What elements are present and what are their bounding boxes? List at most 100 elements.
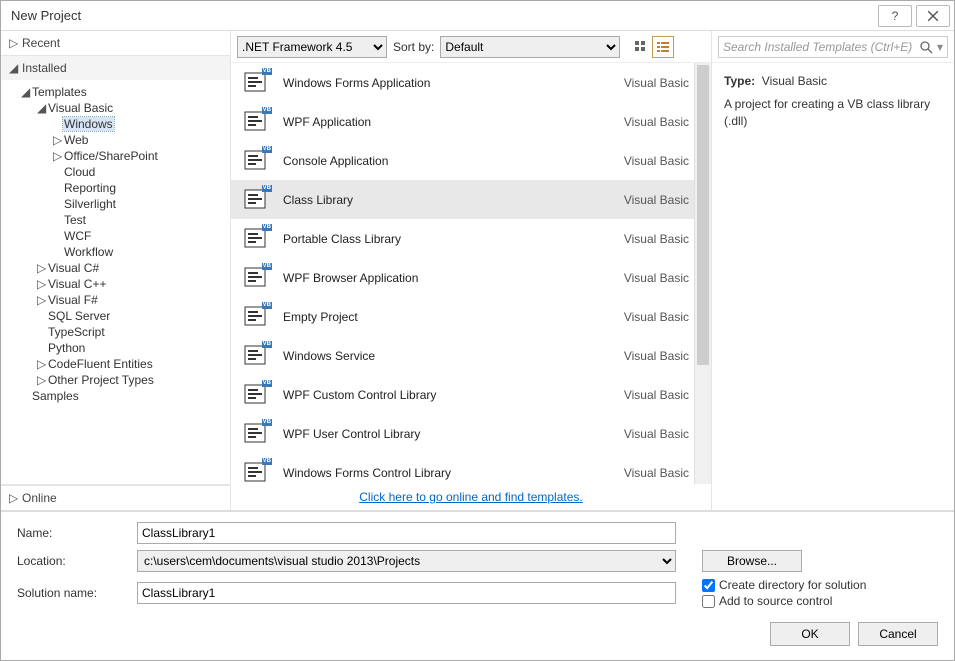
grid-small-icon [634, 40, 648, 54]
tree-codefluent[interactable]: ▷CodeFluent Entities [1, 356, 230, 372]
tree-silverlight[interactable]: Silverlight [1, 196, 230, 212]
solution-name-field[interactable] [137, 582, 676, 604]
type-value: Visual Basic [762, 74, 827, 88]
sort-label: Sort by: [393, 40, 434, 54]
template-name: WPF Browser Application [283, 271, 624, 285]
vb-badge-icon: VB [262, 185, 272, 192]
template-language: Visual Basic [624, 154, 689, 168]
tree-sql[interactable]: SQL Server [1, 308, 230, 324]
template-icon: VB [243, 459, 271, 485]
template-icon: VB [243, 303, 271, 331]
window-title: New Project [11, 8, 81, 23]
template-icon: VB [243, 147, 271, 175]
template-icon: VB [243, 342, 271, 370]
browse-button[interactable]: Browse... [702, 550, 802, 572]
template-row[interactable]: VB WPF ApplicationVisual Basic [231, 102, 711, 141]
template-language: Visual Basic [624, 193, 689, 207]
vb-badge-icon: VB [262, 263, 272, 270]
template-row[interactable]: VBClass LibraryVisual Basic [231, 180, 711, 219]
vb-badge-icon: VB [262, 302, 272, 309]
vb-badge-icon: VB [262, 107, 272, 114]
tree-other[interactable]: ▷Other Project Types [1, 372, 230, 388]
template-name: WPF Application [283, 115, 624, 129]
template-language: Visual Basic [624, 466, 689, 480]
tree-workflow[interactable]: Workflow [1, 244, 230, 260]
template-icon: VB [243, 108, 271, 136]
name-field[interactable] [137, 522, 676, 544]
templates-panel: .NET Framework 4.5 Sort by: Default VBWi… [231, 31, 712, 510]
name-label: Name: [17, 526, 127, 540]
solution-name-label: Solution name: [17, 586, 127, 600]
framework-dropdown[interactable]: .NET Framework 4.5 [237, 36, 387, 58]
template-description: A project for creating a VB class librar… [724, 96, 942, 130]
tree-wcf[interactable]: WCF [1, 228, 230, 244]
scrollbar[interactable] [694, 63, 711, 484]
template-row[interactable]: VB Console ApplicationVisual Basic [231, 141, 711, 180]
location-field[interactable]: c:\users\cem\documents\visual studio 201… [137, 550, 676, 572]
tree-visual-basic[interactable]: ◢Visual Basic [1, 100, 230, 116]
tree-fsharp[interactable]: ▷Visual F# [1, 292, 230, 308]
template-name: Empty Project [283, 310, 624, 324]
create-directory-checkbox[interactable]: Create directory for solution [702, 578, 938, 592]
template-row[interactable]: VB WPF User Control LibraryVisual Basic [231, 414, 711, 453]
tree-web[interactable]: ▷Web [1, 132, 230, 148]
template-language: Visual Basic [624, 76, 689, 90]
template-icon: VB [243, 420, 271, 448]
online-templates-link[interactable]: Click here to go online and find templat… [359, 490, 582, 504]
tree-cpp[interactable]: ▷Visual C++ [1, 276, 230, 292]
tree-reporting[interactable]: Reporting [1, 180, 230, 196]
tree-windows[interactable]: Windows [1, 116, 230, 132]
template-icon: VB [243, 69, 271, 97]
vb-badge-icon: VB [262, 146, 272, 153]
tree-samples[interactable]: Samples [1, 388, 230, 404]
close-button[interactable] [916, 5, 950, 27]
template-row[interactable]: VBWindows Forms Control LibraryVisual Ba… [231, 453, 711, 484]
template-language: Visual Basic [624, 115, 689, 129]
tree-typescript[interactable]: TypeScript [1, 324, 230, 340]
help-button[interactable]: ? [878, 5, 912, 27]
template-row[interactable]: VBWindows Forms ApplicationVisual Basic [231, 63, 711, 102]
template-language: Visual Basic [624, 427, 689, 441]
template-row[interactable]: VB Windows ServiceVisual Basic [231, 336, 711, 375]
template-icon: VB [243, 264, 271, 292]
template-language: Visual Basic [624, 388, 689, 402]
template-icon: VB [243, 186, 271, 214]
vb-badge-icon: VB [262, 341, 272, 348]
template-icon: VB [243, 381, 271, 409]
tree-cloud[interactable]: Cloud [1, 164, 230, 180]
template-row[interactable]: VBWPF Browser ApplicationVisual Basic [231, 258, 711, 297]
template-name: Windows Service [283, 349, 624, 363]
tree-office[interactable]: ▷Office/SharePoint [1, 148, 230, 164]
template-language: Visual Basic [624, 349, 689, 363]
template-row[interactable]: VB WPF Custom Control LibraryVisual Basic [231, 375, 711, 414]
details-panel: ▾ Type: Visual Basic A project for creat… [712, 31, 954, 510]
location-label: Location: [17, 554, 127, 568]
template-name: WPF User Control Library [283, 427, 624, 441]
tree-test[interactable]: Test [1, 212, 230, 228]
template-name: Console Application [283, 154, 624, 168]
ok-button[interactable]: OK [770, 622, 850, 646]
nav-installed[interactable]: ◢Installed [1, 56, 230, 80]
template-icon: VB [243, 225, 271, 253]
search-input[interactable] [723, 40, 919, 54]
tree-templates[interactable]: ◢Templates [1, 84, 230, 100]
type-label: Type: [724, 74, 755, 88]
tree-csharp[interactable]: ▷Visual C# [1, 260, 230, 276]
cancel-button[interactable]: Cancel [858, 622, 938, 646]
template-row[interactable]: VB Empty ProjectVisual Basic [231, 297, 711, 336]
list-icon [656, 40, 670, 54]
tree-python[interactable]: Python [1, 340, 230, 356]
view-small-icons[interactable] [630, 36, 652, 58]
vb-badge-icon: VB [262, 224, 272, 231]
sort-dropdown[interactable]: Default [440, 36, 620, 58]
template-name: WPF Custom Control Library [283, 388, 624, 402]
vb-badge-icon: VB [262, 68, 272, 75]
vb-badge-icon: VB [262, 419, 272, 426]
vb-badge-icon: VB [262, 458, 272, 465]
source-control-checkbox[interactable]: Add to source control [702, 594, 938, 608]
view-list-icons[interactable] [652, 36, 674, 58]
nav-recent[interactable]: ▷Recent [1, 31, 230, 55]
nav-online[interactable]: ▷Online [1, 486, 230, 510]
template-language: Visual Basic [624, 310, 689, 324]
template-row[interactable]: VBPortable Class LibraryVisual Basic [231, 219, 711, 258]
